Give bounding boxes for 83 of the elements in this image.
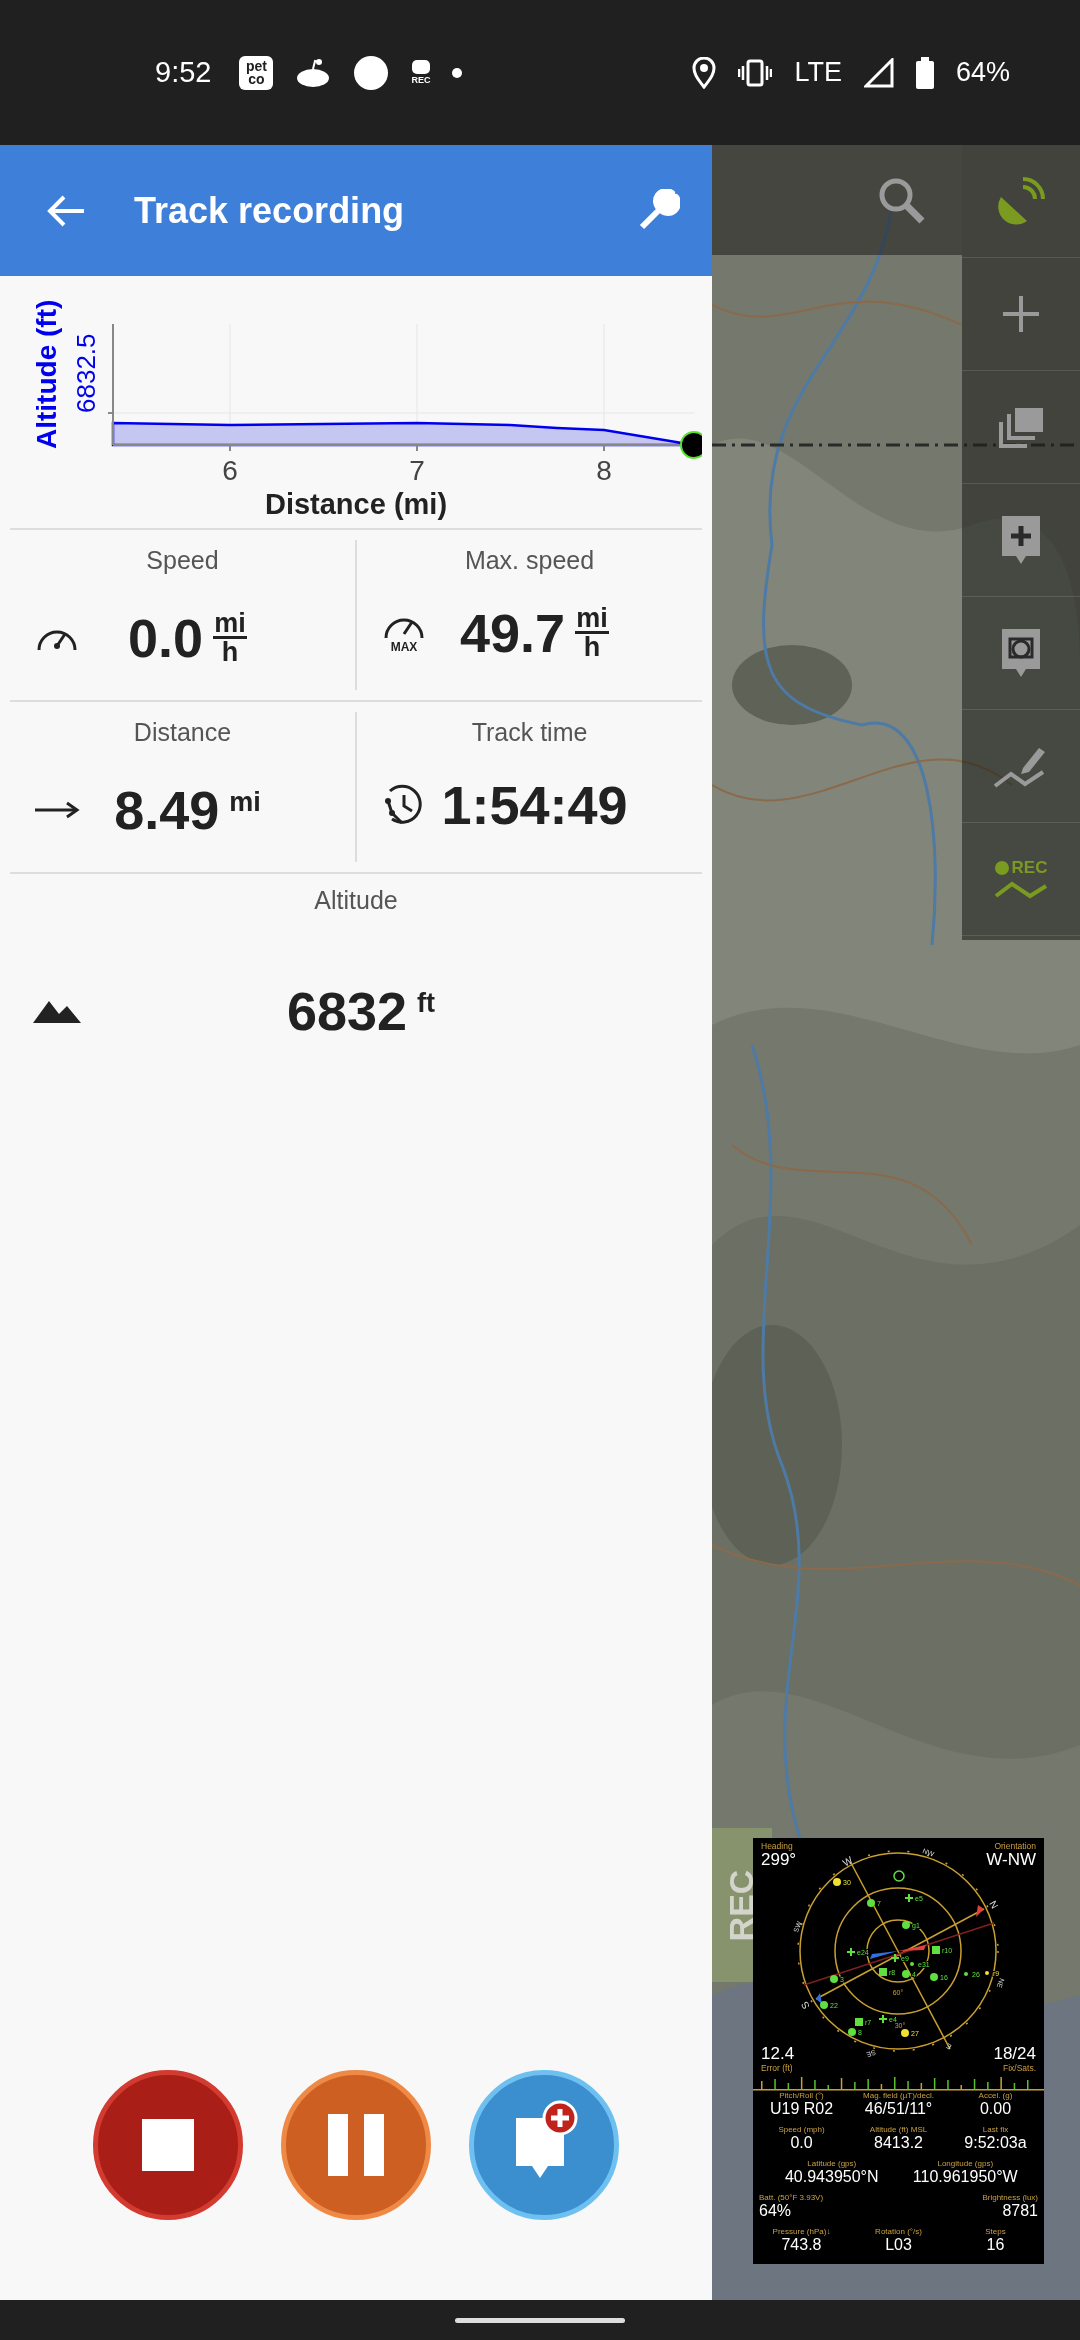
position-marker	[680, 431, 702, 459]
stat-label: Distance	[133, 718, 232, 747]
reading-label: Batt. (50°F 3.93V)	[759, 2193, 824, 2202]
battery-icon	[915, 56, 934, 89]
clock: 9:52	[155, 56, 212, 89]
fix-value: 18/24	[993, 2045, 1036, 2063]
x-tick-label: 8	[596, 455, 612, 486]
x-tick-label: 6	[222, 455, 238, 486]
reading-value: 8413.2	[874, 2134, 923, 2151]
petco-app-icon: pet co	[239, 55, 274, 90]
battery-level: 64%	[955, 57, 1010, 88]
track-line-icon	[994, 880, 1048, 900]
orientation-value: W-NW	[986, 1851, 1036, 1869]
compass-needle-icon	[870, 1945, 926, 1959]
x-tick-label: 7	[409, 455, 425, 486]
reading-value: 0.00	[979, 2100, 1012, 2117]
record-dot-icon	[994, 861, 1009, 875]
vibrate-icon	[738, 58, 773, 87]
reading-label: Steps	[985, 2227, 1006, 2236]
layers-icon	[997, 406, 1045, 448]
reading-value: 16	[986, 2236, 1005, 2253]
y-tick-label: 6832.5	[71, 333, 101, 413]
heading-label: Heading	[761, 1841, 793, 1851]
error-label: Error (ft)	[761, 2063, 793, 2073]
heading-value: 299°	[761, 1851, 797, 1869]
home-handle[interactable]	[455, 2317, 625, 2323]
reading-value: 110.961950°W	[912, 2168, 1018, 2185]
stat-value: 8.49	[114, 778, 220, 841]
unit-fraction: mi h	[213, 610, 248, 665]
stat-value: 1:54:49	[441, 773, 628, 836]
reading-value: 40.943950°N	[784, 2168, 879, 2185]
stat-unit: ft	[417, 987, 436, 1019]
stat-label: Altitude	[314, 886, 398, 915]
fix-label: Fix/Sats.	[1002, 2063, 1036, 2073]
reading-value: 64%	[759, 2202, 792, 2219]
reading-label: Brightness (lux)	[982, 2193, 1038, 2202]
reading-label: Latitude (gps)	[807, 2159, 857, 2168]
unit-fraction: mi h	[575, 605, 610, 660]
toolbar-button[interactable]: REC	[962, 823, 1080, 936]
reading-label: Speed (mph)	[778, 2125, 825, 2134]
reading-value: 46/51/11°	[864, 2100, 933, 2117]
reading-label: Altitude (ft) MSL	[869, 2125, 928, 2134]
orientation-label: Orientation	[994, 1841, 1036, 1851]
reading-label: Mag. field (µT)/decl.	[863, 2091, 934, 2100]
reading-label: Last fix	[982, 2125, 1009, 2134]
stop-icon	[142, 2119, 194, 2171]
rec-label: REC	[1011, 858, 1048, 878]
screen-title: Track recording	[134, 189, 406, 232]
stat-value: 0.0	[127, 606, 204, 669]
reading-value: U19 R02	[769, 2100, 834, 2117]
reading-value: 9:52:03a	[964, 2134, 1027, 2151]
y-axis-title: Altitude (ft)	[31, 299, 62, 449]
arrow-right-icon	[33, 799, 81, 820]
pause-icon	[328, 2114, 384, 2176]
reading-label: Pitch/Roll (°)	[779, 2091, 824, 2100]
reading-value: 743.8	[781, 2236, 822, 2253]
x-axis-title: Distance (mi)	[264, 488, 448, 520]
plus-icon	[1001, 294, 1041, 334]
satellite-dish-icon	[997, 177, 1045, 225]
error-value: 12.4	[761, 2045, 795, 2063]
compass-label: W	[840, 1854, 855, 1869]
stat-label: Speed	[146, 546, 219, 575]
reading-value: 8781	[1002, 2202, 1038, 2219]
reading-label: Rotation (°/s)	[875, 2227, 922, 2236]
stat-label: Track time	[471, 718, 588, 747]
circle-icon	[353, 54, 390, 91]
network-type: LTE	[794, 57, 842, 88]
reading-value: L03	[885, 2236, 912, 2253]
reading-label: Longitude (gps)	[937, 2159, 994, 2168]
stat-value: 6832	[286, 979, 408, 1042]
compass-label: N	[987, 1898, 1001, 1911]
stat-label: Max. speed	[464, 546, 595, 575]
compass-label: S	[798, 1999, 812, 2012]
reading-value: 0.0	[790, 2134, 813, 2151]
reading-label: Accel. (g)	[978, 2091, 1013, 2100]
dot-icon	[452, 67, 463, 78]
stat-value: 49.7	[459, 601, 566, 664]
north-arrowhead-icon	[976, 1905, 984, 1917]
stat-unit: mi	[229, 786, 261, 818]
south-arrowhead-icon	[816, 1993, 822, 2004]
location-icon	[692, 56, 717, 89]
signal-icon	[863, 57, 894, 88]
reading-label: Pressure (hPa)↓	[772, 2227, 831, 2236]
